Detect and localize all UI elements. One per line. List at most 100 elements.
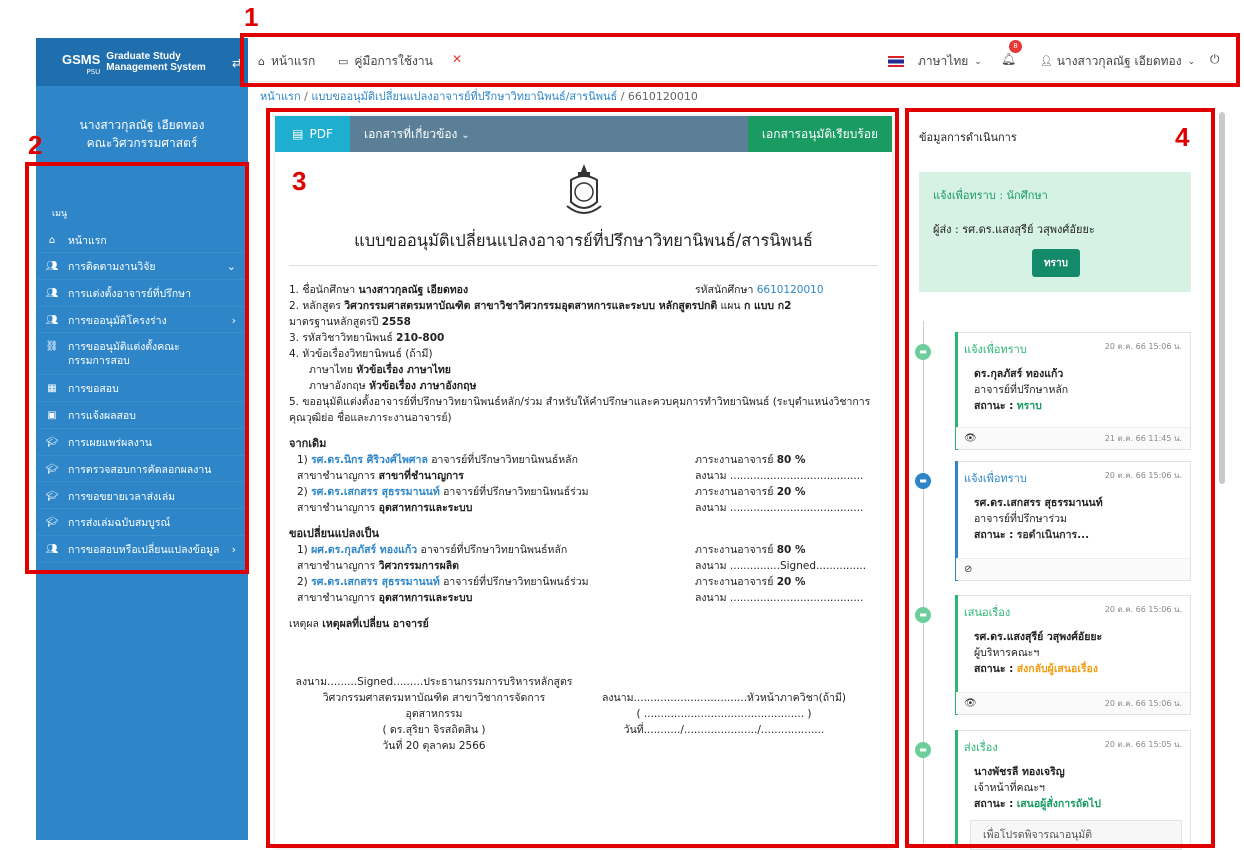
calendar-icon: ▦ [47, 383, 57, 395]
approved-doc-button[interactable]: เอกสารอนุมัติเรียบร้อย [747, 116, 892, 152]
card-time: 20 ต.ค. 66 15:06 น. [1104, 605, 1182, 614]
chevron-down-icon: ⌄ [461, 129, 470, 141]
bell-slash-icon[interactable]: ✕ [452, 52, 462, 66]
timeline-card: แจ้งเพื่อทราบ 20 ต.ค. 66 15:06 น. รศ.ดร.เส… [955, 461, 1191, 581]
notice-line1: แจ้งเพื่อทราบ : นักศึกษา [933, 189, 1048, 202]
document-title: แบบขออนุมัติเปลี่ยนแปลงอาจารย์ที่ปรึกษาว… [289, 232, 878, 266]
card-footer: 👁︎ 21 ต.ค. 66 11:45 น. [956, 427, 1190, 449]
notification-button[interactable]: 🔔︎ 8 [1001, 40, 1022, 66]
card-role: อาจารย์ที่ปรึกษาร่วม [974, 513, 1067, 525]
signature-left: ลงนาม.........Signed.........ประธานกรรมก… [295, 676, 573, 752]
sidebar-toggle-icon[interactable]: ⇄ [232, 56, 242, 70]
sidebar-item[interactable]: ⛓︎ การขออนุมัติแต่งตั้งคณะกรรมการสอบ [36, 335, 248, 376]
from-advisor-list: 1) รศ.ดร.นิกร ศิริวงศ์ไพศาล อาจารย์ที่ปร… [289, 452, 878, 516]
user-menu[interactable]: 👤︎ นางสาวกุลณัฐ เอียดทอง ⌄ [1040, 52, 1195, 71]
workflow-panel: ข้อมูลการดำเนินการ แจ้งเพื่อทราบ : นักศึ… [909, 116, 1211, 850]
card-status: สถานะ : ทราบ [974, 400, 1042, 412]
sidebar-item[interactable]: 👥︎ การติดตามงานวิจัย ⌄ [36, 255, 248, 280]
card-footer: 👁︎ 20 ต.ค. 66 15:06 น. [956, 692, 1190, 714]
document-panel: ▤ PDF เอกสารที่เกี่ยวข้อง ⌄ เอกสารอนุมัต… [275, 116, 892, 848]
chevron-right-icon: › [231, 313, 236, 327]
card-status: สถานะ : เสนอผู้สั่งการถัดไป [974, 798, 1101, 810]
university-seal [289, 162, 878, 225]
card-person: รศ.ดร.แสงสุรีย์ วสุพงศ์อัยยะ [974, 631, 1103, 643]
card-type: แจ้งเพื่อทราบ [964, 343, 1027, 356]
language-select[interactable]: ภาษาไทย ⌄ [888, 52, 982, 71]
sidebar-item[interactable]: 🎓︎ การส่งเล่มฉบับสมบูรณ์ [36, 511, 248, 536]
topbar-manual[interactable]: ▭ คู่มือการใช้งาน [338, 52, 433, 71]
sidebar-item[interactable]: 🎓︎ การเผยแพร่ผลงาน [36, 431, 248, 456]
user-group-icon: 👥︎ [45, 314, 59, 326]
pdf-icon: ▤ [292, 127, 304, 141]
sidebar-item[interactable]: ⌂ หน้าแรก [36, 228, 248, 253]
advisor-row: 1) ผศ.ดร.กุลภัสร์ ทองแก้ว อาจารย์ที่ปรึก… [297, 544, 806, 556]
acknowledge-button[interactable]: ทราบ [1032, 249, 1080, 277]
breadcrumb-page[interactable]: แบบขออนุมัติเปลี่ยนแปลงอาจารย์ที่ปรึกษาว… [311, 90, 617, 103]
graduation-cap-icon: 🎓︎ [45, 437, 59, 449]
card-person: นางพัชรลี ทองเจริญ [974, 766, 1065, 778]
breadcrumb-home[interactable]: หน้าแรก [260, 90, 301, 103]
user-group-icon: 👥︎ [45, 261, 59, 273]
advisor-row: 2) รศ.ดร.เสกสรร สุธรรมานนท์ อาจารย์ที่ปร… [297, 576, 806, 588]
sidebar-item[interactable]: 👥︎ การขออนุมัติโครงร่าง › [36, 308, 248, 334]
sidebar-item-label: การขออนุมัติแต่งตั้งคณะกรรมการสอบ [68, 341, 180, 368]
card-role: เจ้าหน้าที่คณะฯ [974, 782, 1045, 794]
comment-icon: ▬ [915, 473, 931, 489]
sidebar-faculty: คณะวิศวกรรมศาสตร์ [86, 136, 198, 150]
topbar-home[interactable]: ⌂ หน้าแรก [258, 52, 315, 71]
program-row: 2. หลักสูตร วิศวกรรมศาสตรมหาบัณฑิต สาขาว… [289, 300, 792, 312]
sidebar-item[interactable]: 👥︎ การขอสอบหรือเปลี่ยนแปลงข้อมูล › [36, 538, 248, 563]
eye-slash-icon[interactable]: ⊘ [964, 564, 972, 575]
power-icon[interactable]: ⏻ [1210, 52, 1220, 67]
advisor-name[interactable]: ผศ.ดร.กุลภัสร์ ทองแก้ว [311, 544, 417, 556]
home-icon: ⌂ [258, 55, 265, 68]
thai-flag-icon [888, 56, 904, 67]
sidebar-user-name: นางสาวกุลณัฐ เอียดทอง [79, 118, 205, 132]
related-docs-dropdown[interactable]: เอกสารที่เกี่ยวข้อง ⌄ [364, 125, 470, 144]
sidebar-item[interactable]: ▦ การขอสอบ [36, 377, 248, 402]
sidebar-item[interactable]: 🎓︎ การขอขยายเวลาส่งเล่ม [36, 484, 248, 510]
breadcrumb: หน้าแรก / แบบขออนุมัติเปลี่ยนแปลงอาจารย์… [260, 90, 698, 103]
card-status: สถานะ : ส่งกลับผู้เสนอเรื่อง [974, 663, 1098, 675]
sidebar-item[interactable]: ▣ การแจ้งผลสอบ [36, 404, 248, 429]
sidebar-menu: ⌂ หน้าแรก 👥︎ การติดตามงานวิจัย ⌄ 👥︎ การแต่งตั้… [36, 228, 248, 563]
brand-name: Graduate Study Management System [106, 51, 206, 73]
callout-number-1: 1 [244, 2, 259, 32]
menu-label: เมนู [52, 209, 68, 219]
sidebar-item[interactable]: 🎓︎ การตรวจสอบการคัดลอกผลงาน [36, 457, 248, 483]
signature-block: ลงนาม.........Signed.........ประธานกรรมก… [289, 674, 878, 754]
users-icon: 👥︎ [45, 288, 59, 300]
document-toolbar: ▤ PDF เอกสารที่เกี่ยวข้อง ⌄ เอกสารอนุมัต… [275, 116, 892, 152]
advisor-name[interactable]: รศ.ดร.เสกสรร สุธรรมานนท์ [311, 486, 440, 498]
sidebar-item-label: หน้าแรก [68, 234, 107, 247]
sidebar-item-label: การเผยแพร่ผลงาน [68, 437, 152, 450]
scrollbar[interactable] [1219, 112, 1225, 484]
card-type: ส่งเรื่อง [964, 741, 998, 754]
callout-number-4: 4 [1175, 122, 1190, 152]
bell-icon: 🔔︎ [1001, 52, 1017, 66]
timeline-card: เสนอเรื่อง 20 ต.ค. 66 15:06 น. รศ.ดร.แสงสุ… [955, 595, 1191, 715]
card-footer: ⊘ [956, 558, 1190, 580]
sidebar-item-label: การแต่งตั้งอาจารย์ที่ปรึกษา [68, 288, 191, 301]
pdf-button[interactable]: ▤ PDF [275, 116, 350, 152]
save-icon: ▣ [47, 410, 57, 422]
advisor-name[interactable]: รศ.ดร.เสกสรร สุธรรมานนท์ [311, 576, 440, 588]
card-type: แจ้งเพื่อทราบ [964, 472, 1027, 485]
graduation-cap-icon: 🎓︎ [45, 517, 59, 529]
card-type: เสนอเรื่อง [964, 606, 1011, 619]
gsms-logo: GSMS PSU [62, 51, 101, 76]
sidebar-item[interactable]: 👥︎ การแต่งตั้งอาจารย์ที่ปรึกษา [36, 282, 248, 307]
card-person: ดร.กุลภัสร์ ทองแก้ว [974, 368, 1064, 380]
card-role: อาจารย์ที่ปรึกษาหลัก [974, 384, 1069, 396]
sidebar: GSMS PSU Graduate Study Management Syste… [36, 38, 248, 840]
sidebar-item-label: การขอสอบ [68, 383, 119, 396]
card-note: เพื่อโปรดพิจารณาอนุมัติ [970, 820, 1182, 850]
callout-number-2: 2 [28, 130, 43, 160]
eye-icon[interactable]: 👁︎ [964, 433, 977, 444]
standard-row: มาตรฐานหลักสูตรปี 2558 [289, 316, 411, 328]
advisor-name[interactable]: รศ.ดร.นิกร ศิริวงศ์ไพศาล [311, 454, 428, 466]
to-heading: ขอเปลี่ยนแปลงเป็น [289, 527, 380, 540]
to-advisor-list: 1) ผศ.ดร.กุลภัสร์ ทองแก้ว อาจารย์ที่ปรึก… [289, 542, 878, 606]
eye-icon[interactable]: 👁︎ [964, 698, 977, 709]
user-block: นางสาวกุลณัฐ เอียดทอง คณะวิศวกรรมศาสตร์ [36, 86, 248, 204]
